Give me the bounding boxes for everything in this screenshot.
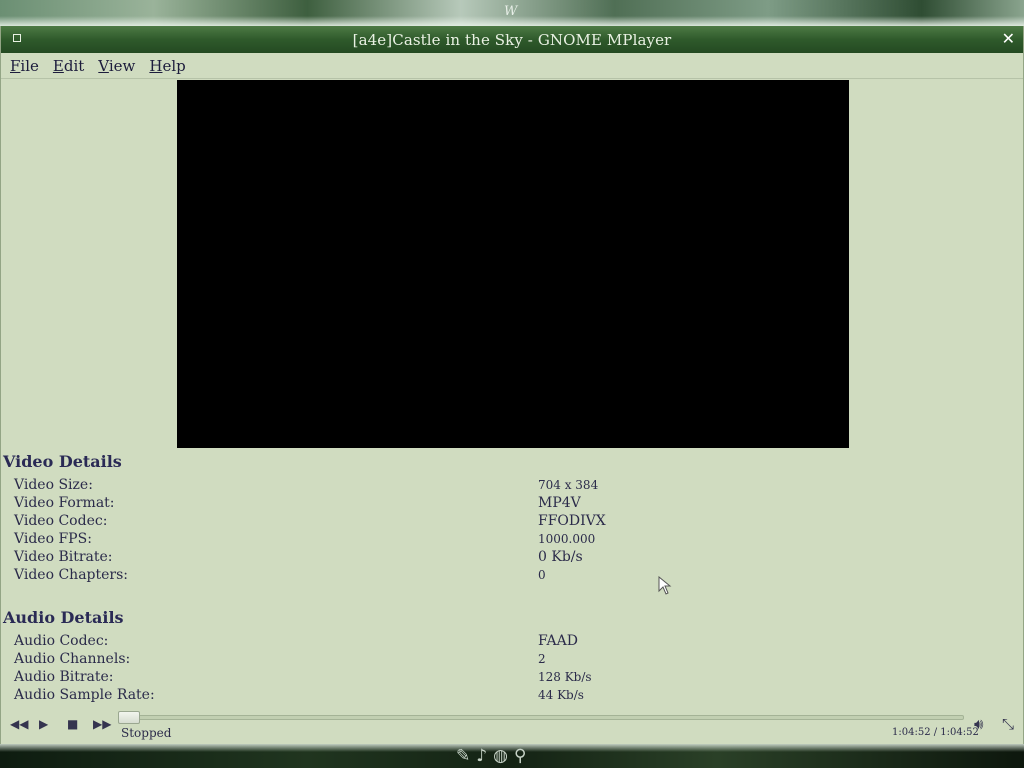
- detail-value: FFODIVX: [538, 513, 606, 529]
- seek-thumb[interactable]: [118, 711, 140, 724]
- menu-help-accel: H: [149, 56, 163, 75]
- detail-row: Audio Channels: 2: [14, 651, 1014, 669]
- detail-value: FAAD: [538, 633, 578, 649]
- window-menu-button[interactable]: [13, 34, 21, 42]
- menu-file-label: ile: [20, 56, 39, 75]
- detail-label: Video Codec:: [14, 513, 108, 529]
- detail-row: Video Bitrate: 0 Kb/s: [14, 549, 1014, 567]
- play-icon[interactable]: ▶: [39, 717, 48, 731]
- detail-value: 0: [538, 568, 546, 582]
- detail-label: Audio Bitrate:: [14, 669, 114, 685]
- menu-view-label: iew: [108, 56, 136, 75]
- detail-row: Video Codec: FFODIVX: [14, 513, 1014, 531]
- menu-bar: File Edit View Help: [1, 53, 1023, 79]
- menu-file[interactable]: File: [10, 57, 39, 75]
- detail-label: Audio Sample Rate:: [14, 687, 155, 703]
- detail-label: Audio Codec:: [14, 633, 109, 649]
- detail-row: Video Format: MP4V: [14, 495, 1014, 513]
- rewind-icon[interactable]: ◀◀: [10, 717, 28, 731]
- menu-view[interactable]: View: [98, 57, 135, 75]
- window-title: [a4e]Castle in the Sky - GNOME MPlayer: [352, 30, 672, 49]
- detail-value: 1000.000: [538, 532, 596, 546]
- detail-label: Video Bitrate:: [14, 549, 113, 565]
- detail-row: Audio Bitrate: 128 Kb/s: [14, 669, 1014, 687]
- menu-edit-label: dit: [63, 56, 85, 75]
- detail-row: Video Size: 704 x 384: [14, 477, 1014, 495]
- fullscreen-icon[interactable]: ⤡: [1002, 715, 1014, 733]
- detail-label: Video Size:: [14, 477, 93, 493]
- menu-help[interactable]: Help: [149, 57, 185, 75]
- desktop-top-strip: W: [0, 0, 1024, 26]
- detail-value: 0 Kb/s: [538, 549, 583, 565]
- detail-row: Video Chapters: 0: [14, 567, 1014, 585]
- detail-value: 128 Kb/s: [538, 670, 592, 684]
- detail-row: Audio Sample Rate: 44 Kb/s: [14, 687, 1014, 705]
- detail-value: 704 x 384: [538, 478, 599, 492]
- menu-edit-accel: E: [52, 56, 64, 75]
- desktop-top-glyph: W: [504, 4, 518, 19]
- music-note-icon[interactable]: ♪: [476, 746, 487, 766]
- video-display[interactable]: [177, 80, 849, 448]
- close-icon[interactable]: ✕: [1002, 28, 1015, 50]
- detail-row: Video FPS: 1000.000: [14, 531, 1014, 549]
- detail-label: Video Chapters:: [14, 567, 129, 583]
- menu-edit[interactable]: Edit: [53, 57, 84, 75]
- title-bar[interactable]: [a4e]Castle in the Sky - GNOME MPlayer ✕: [1, 26, 1023, 53]
- detail-value: 44 Kb/s: [538, 688, 584, 702]
- time-readout: 1:04:52 / 1:04:52: [892, 727, 979, 738]
- globe-icon[interactable]: ◍: [493, 746, 508, 766]
- detail-row: Audio Codec: FAAD: [14, 633, 1014, 651]
- menu-file-accel: F: [10, 56, 21, 75]
- mouse-pointer-icon: [658, 576, 672, 595]
- stop-icon[interactable]: ■: [67, 717, 78, 731]
- detail-label: Video Format:: [14, 495, 115, 511]
- fast-forward-icon[interactable]: ▶▶: [93, 717, 111, 731]
- menu-view-accel: V: [98, 56, 109, 75]
- desktop-dock: ✎ ♪ ◍ ⚲: [456, 744, 526, 768]
- menu-help-label: elp: [162, 56, 186, 75]
- volume-icon[interactable]: 🔊︎: [974, 715, 983, 733]
- video-details-title: Video Details: [3, 452, 122, 471]
- seek-bar[interactable]: [119, 715, 964, 720]
- search-icon[interactable]: ⚲: [514, 746, 526, 766]
- mplayer-window: [a4e]Castle in the Sky - GNOME MPlayer ✕…: [0, 26, 1024, 744]
- audio-details-title: Audio Details: [3, 608, 124, 627]
- detail-label: Video FPS:: [14, 531, 92, 547]
- playback-status: Stopped: [121, 726, 172, 740]
- detail-value: 2: [538, 652, 546, 666]
- brush-icon[interactable]: ✎: [456, 746, 470, 766]
- playback-controls: ◀◀ ▶ ■ ▶▶ Stopped 1:04:52 / 1:04:52 🔊︎ ⤡: [1, 708, 1023, 744]
- detail-value: MP4V: [538, 495, 581, 511]
- detail-label: Audio Channels:: [14, 651, 131, 667]
